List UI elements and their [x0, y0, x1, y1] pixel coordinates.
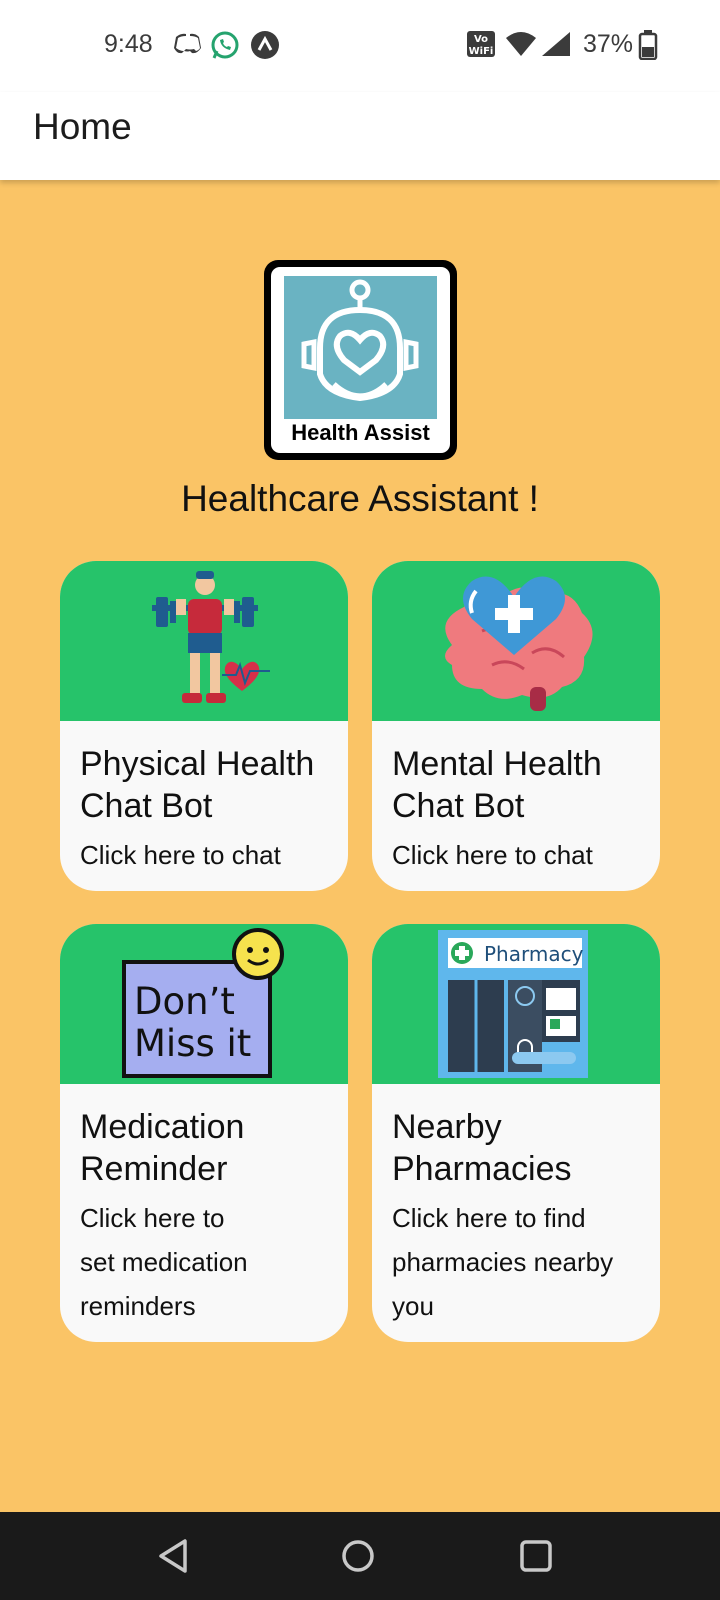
svg-text:Vo: Vo [474, 34, 488, 45]
headline: Healthcare Assistant ! [181, 478, 539, 519]
mental-health-chatbot-card[interactable]: Mental Health Chat Bot Click here to cha… [372, 561, 660, 891]
card-image: Don’t Miss it [60, 924, 348, 1084]
status-bar: 9:48 Vo WiFi 37% [0, 0, 720, 92]
logo-text: Health Assist [291, 420, 430, 445]
brain-heart-icon [445, 576, 593, 711]
page-title: Home [33, 106, 132, 147]
vowifi-icon: Vo WiFi [467, 31, 495, 57]
signal-icon [542, 32, 570, 56]
medication-reminder-card[interactable]: Don’t Miss it Medication Reminder Click … [60, 924, 348, 1342]
arrow-up-circle-icon [251, 31, 279, 59]
home-icon[interactable] [334, 1532, 382, 1580]
recents-icon[interactable] [512, 1532, 560, 1580]
nearby-pharmacies-card[interactable]: Pharmacy Nearby Pharmacies Click here to… [372, 924, 660, 1342]
card-subtitle: Click here to chat [80, 840, 281, 870]
card-subtitle: Click here to chat [392, 840, 593, 870]
card-title: Physical Health Chat Bot [80, 745, 315, 825]
card-image [372, 561, 660, 721]
navigation-bar [0, 1512, 720, 1600]
dont-miss-it-icon: Don’t Miss it [122, 928, 284, 1078]
discord-icon [174, 33, 201, 54]
whatsapp-icon [211, 31, 239, 59]
card-image [60, 561, 348, 721]
status-time: 9:48 [104, 30, 153, 58]
pharmacy-store-icon: Pharmacy [438, 930, 588, 1078]
battery-icon [638, 30, 658, 60]
back-icon[interactable] [155, 1532, 195, 1580]
card-title: Nearby Pharmacies [392, 1108, 572, 1188]
robot-heart-icon [284, 276, 437, 419]
svg-text:WiFi: WiFi [469, 46, 494, 57]
card-image: Pharmacy [372, 924, 660, 1084]
battery-percentage: 37% [583, 30, 634, 58]
svg-text:Miss it: Miss it [134, 1022, 251, 1065]
card-subtitle: Click here to find pharmacies nearby you [392, 1203, 614, 1321]
app-bar: Home [0, 92, 720, 180]
weightlifter-heart-icon [152, 571, 270, 703]
app-logo: Health Assist [264, 260, 457, 460]
svg-text:Pharmacy: Pharmacy [484, 942, 584, 966]
physical-health-chatbot-card[interactable]: Physical Health Chat Bot Click here to c… [60, 561, 348, 891]
wifi-icon [506, 32, 536, 56]
card-title: Medication Reminder [80, 1108, 245, 1188]
dont-miss-it-text: Don’t [134, 980, 235, 1023]
card-subtitle: Click here to set medication reminders [80, 1203, 248, 1321]
card-title: Mental Health Chat Bot [392, 745, 602, 825]
